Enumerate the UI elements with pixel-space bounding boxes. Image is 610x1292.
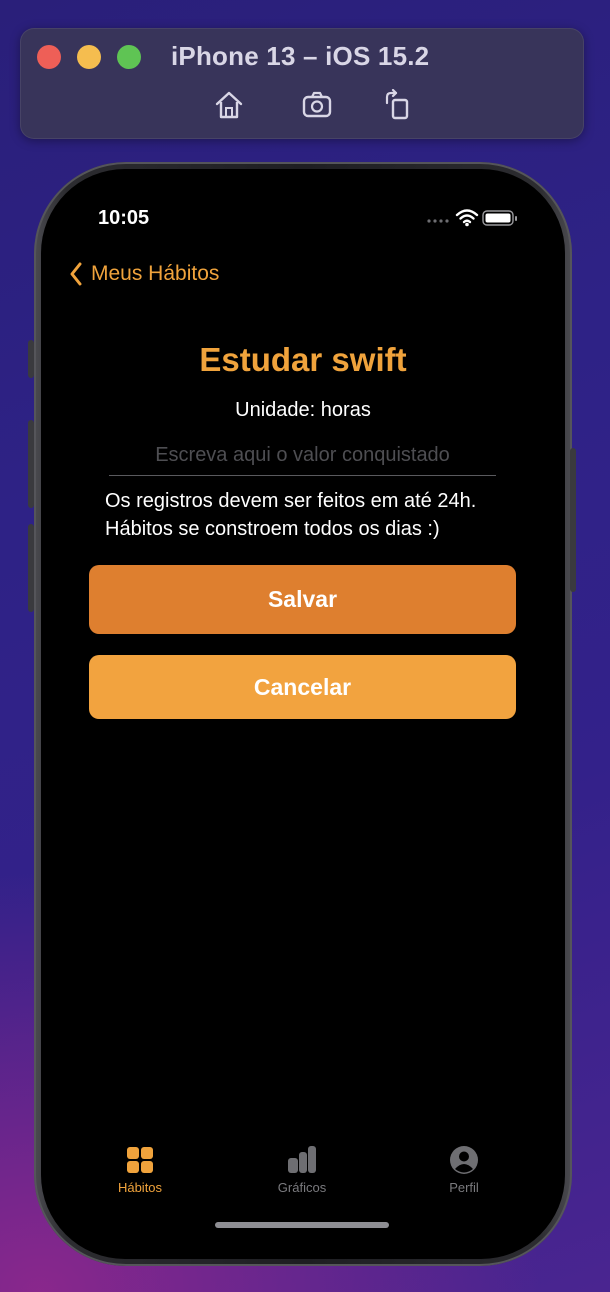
habit-note: Os registros devem ser feitos em até 24h… — [105, 487, 525, 543]
simulator-title-bar: iPhone 13 – iOS 15.2 — [20, 28, 584, 139]
power-button — [570, 448, 576, 592]
screenshot-icon[interactable] — [301, 89, 333, 121]
tab-habitos[interactable]: Hábitos — [80, 1145, 200, 1195]
mute-switch — [28, 340, 34, 378]
bar-chart-icon — [288, 1146, 316, 1173]
rotate-icon[interactable] — [381, 89, 413, 121]
volume-down-button — [28, 524, 34, 612]
habit-unit: Unidade: horas — [235, 399, 371, 421]
tab-graficos[interactable]: Gráficos — [242, 1145, 362, 1195]
minimize-window-button[interactable] — [77, 45, 101, 69]
volume-up-button — [28, 420, 34, 508]
habit-title: Estudar swift — [199, 341, 407, 378]
cancel-button[interactable]: Cancelar — [89, 655, 516, 719]
cellular-signal-icon — [427, 219, 449, 223]
back-button[interactable]: Meus Hábitos — [69, 259, 219, 289]
grid-icon — [127, 1147, 153, 1173]
tab-label: Perfil — [449, 1180, 479, 1195]
save-button[interactable]: Salvar — [89, 565, 516, 634]
tab-label: Hábitos — [117, 1180, 163, 1195]
back-button-label: Meus Hábitos — [91, 262, 220, 285]
home-indicator[interactable] — [215, 1222, 389, 1228]
chevron-left-icon — [70, 262, 82, 286]
achieved-value-input[interactable] — [109, 435, 496, 476]
phone-screen: 10:05 Meus Hábitos Estudar swift Unidade… — [41, 169, 565, 1259]
close-window-button[interactable] — [37, 45, 61, 69]
tab-label: Gráficos — [277, 1180, 327, 1195]
home-icon[interactable] — [213, 89, 245, 121]
tab-perfil[interactable]: Perfil — [404, 1145, 524, 1195]
simulator-title: iPhone 13 – iOS 15.2 — [171, 41, 430, 71]
habit-note-line-1: Os registros devem ser feitos em até 24h… — [105, 490, 477, 512]
battery-icon — [482, 210, 517, 226]
wifi-icon — [455, 209, 479, 224]
habit-note-line-2: Hábitos se constroem todos os dias :) — [105, 518, 440, 540]
zoom-window-button[interactable] — [117, 45, 141, 69]
status-time: 10:05 — [98, 207, 150, 229]
person-icon — [450, 1146, 478, 1174]
status-icons — [427, 209, 517, 227]
